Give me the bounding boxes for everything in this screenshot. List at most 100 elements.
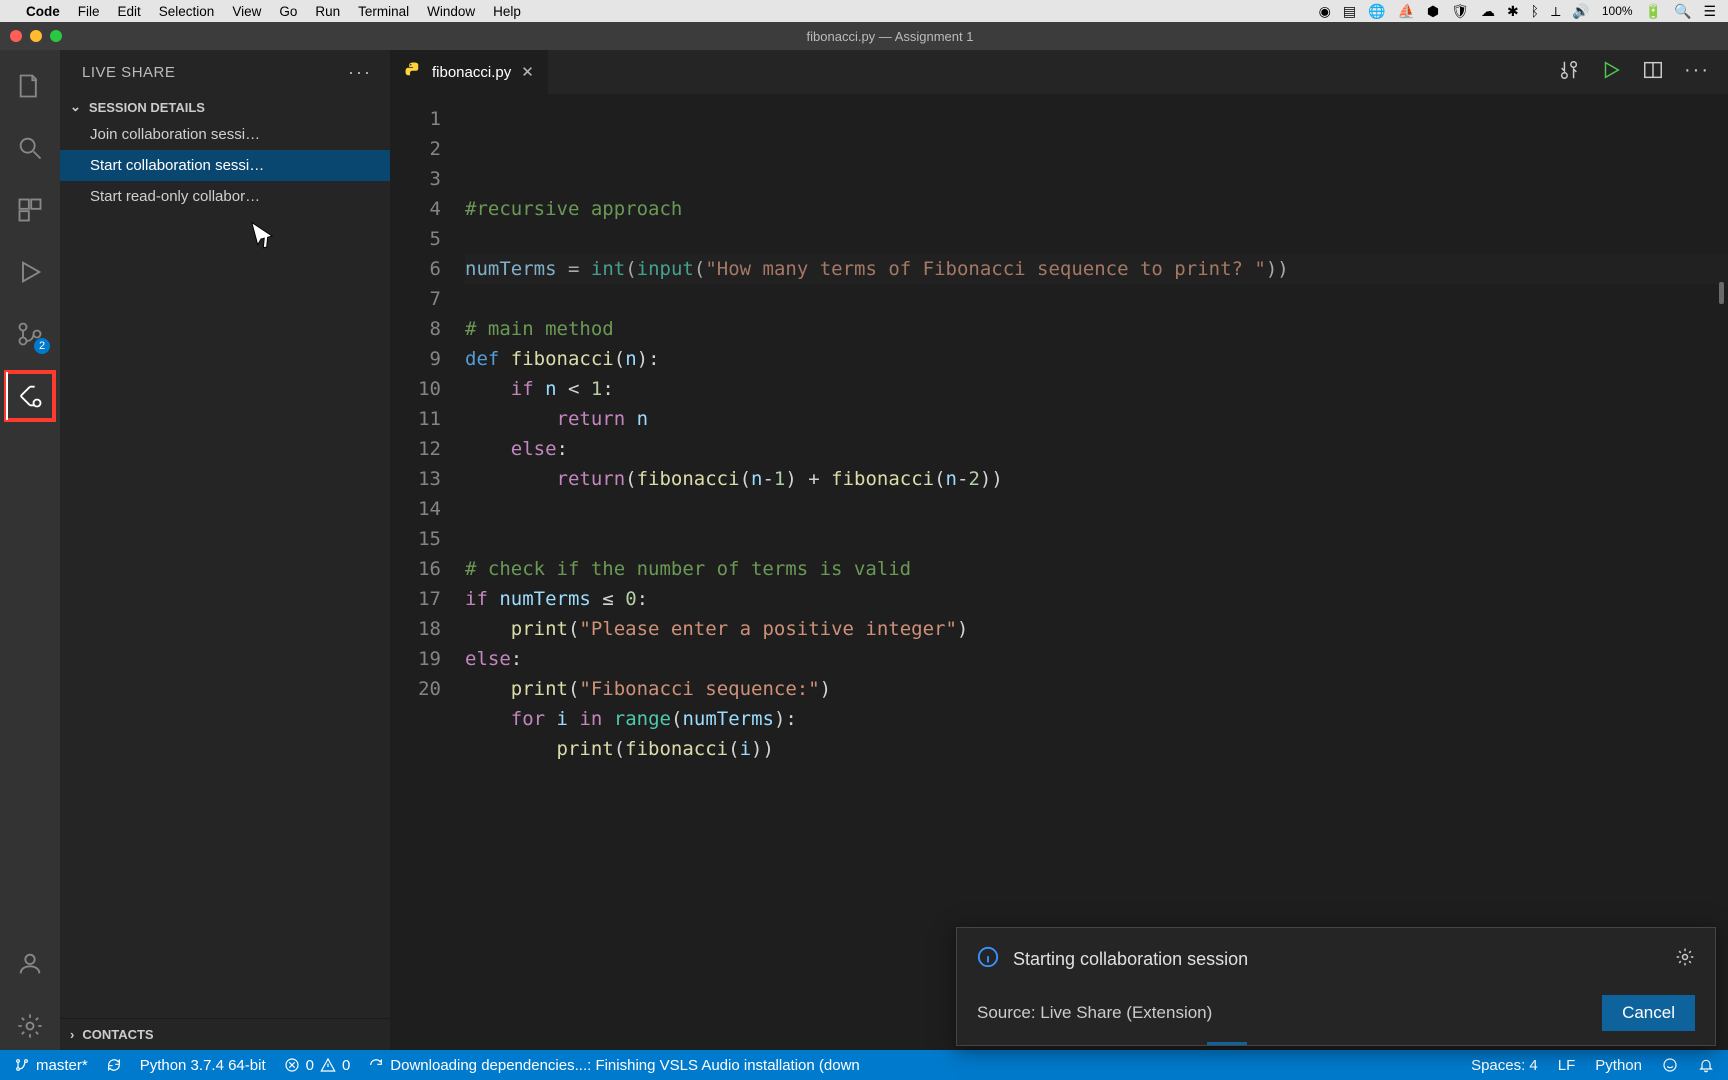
spaces-indicator[interactable]: Spaces: 4 (1471, 1057, 1538, 1074)
menu-help[interactable]: Help (493, 4, 521, 19)
menu-selection[interactable]: Selection (159, 4, 215, 19)
menu-file[interactable]: File (78, 4, 100, 19)
start-readonly-item[interactable]: Start read-only collabor… (60, 181, 390, 212)
session-details-header[interactable]: ⌄ SESSION DETAILS (60, 95, 390, 119)
chevron-down-icon: ⌄ (70, 99, 81, 115)
spotlight-icon[interactable]: 🔍 (1674, 3, 1691, 20)
tab-bar: fibonacci.py ✕ ··· (390, 50, 1728, 94)
eol-indicator[interactable]: LF (1558, 1057, 1576, 1074)
menu-go[interactable]: Go (279, 4, 297, 19)
notifications-icon[interactable] (1698, 1057, 1714, 1074)
panel-more-icon[interactable]: ··· (348, 62, 372, 83)
line-number: 8 (390, 314, 441, 344)
python-interpreter[interactable]: Python 3.7.4 64-bit (140, 1057, 266, 1074)
search-icon[interactable] (6, 124, 54, 172)
code-line[interactable] (465, 764, 1728, 794)
code-line[interactable] (465, 524, 1728, 554)
line-number: 13 (390, 464, 441, 494)
code-line[interactable]: for i in range(numTerms): (465, 704, 1728, 734)
download-status[interactable]: Downloading dependencies...: Finishing V… (368, 1057, 859, 1074)
code-editor[interactable]: 1234567891011121314151617181920 #recursi… (390, 94, 1728, 1050)
code-line[interactable]: else: (465, 434, 1728, 464)
menu-terminal[interactable]: Terminal (358, 4, 409, 19)
status-icon[interactable]: ▤ (1343, 3, 1356, 20)
code-line[interactable] (465, 494, 1728, 524)
code-line[interactable] (465, 284, 1728, 314)
extensions-icon[interactable] (6, 186, 54, 234)
line-number: 1 (390, 104, 441, 134)
code-line[interactable]: return n (465, 404, 1728, 434)
volume-icon[interactable]: 🔊 (1572, 3, 1589, 20)
editor-area: fibonacci.py ✕ ··· 123456789101112131415… (390, 50, 1728, 1050)
settings-gear-icon[interactable] (6, 1002, 54, 1050)
explorer-icon[interactable] (6, 62, 54, 110)
line-numbers: 1234567891011121314151617181920 (390, 94, 465, 1050)
wifi-icon[interactable]: ⟂ (1551, 3, 1560, 20)
menu-run[interactable]: Run (315, 4, 340, 19)
bluetooth-icon[interactable]: ᛒ (1531, 3, 1539, 19)
code-line[interactable]: numTerms = int(input("How many terms of … (465, 254, 1728, 284)
code-content[interactable]: #recursive approach numTerms = int(input… (465, 94, 1728, 1050)
feedback-icon[interactable] (1662, 1057, 1678, 1074)
code-line[interactable]: print("Please enter a positive integer") (465, 614, 1728, 644)
language-mode[interactable]: Python (1595, 1057, 1642, 1074)
toast-settings-icon[interactable] (1675, 947, 1695, 972)
menu-view[interactable]: View (232, 4, 261, 19)
status-icon[interactable]: ✱ (1507, 3, 1519, 20)
menubar-app-name[interactable]: Code (26, 4, 60, 19)
contacts-section[interactable]: › CONTACTS (60, 1018, 390, 1050)
code-line[interactable]: if numTerms ≤ 0: (465, 584, 1728, 614)
compare-changes-icon[interactable] (1558, 59, 1580, 86)
sync-icon[interactable] (106, 1057, 122, 1073)
split-editor-icon[interactable] (1642, 59, 1664, 86)
run-debug-icon[interactable] (6, 248, 54, 296)
code-line[interactable]: # check if the number of terms is valid (465, 554, 1728, 584)
tab-close-icon[interactable]: ✕ (521, 63, 534, 81)
code-line[interactable] (465, 224, 1728, 254)
file-tab[interactable]: fibonacci.py ✕ (390, 50, 549, 94)
live-share-icon[interactable] (6, 372, 54, 420)
battery-icon[interactable]: 🔋 (1645, 3, 1662, 20)
source-control-icon[interactable]: 2 (6, 310, 54, 358)
control-center-icon[interactable]: ☰ (1703, 3, 1716, 20)
editor-actions: ··· (1558, 59, 1728, 86)
code-line[interactable]: print("Fibonacci sequence:") (465, 674, 1728, 704)
code-line[interactable]: def fibonacci(n): (465, 344, 1728, 374)
join-session-item[interactable]: Join collaboration sessi… (60, 119, 390, 150)
status-icon[interactable]: 🌐 (1368, 3, 1385, 20)
status-icon[interactable]: ◉ (1319, 3, 1331, 20)
code-line[interactable]: print(fibonacci(i)) (465, 734, 1728, 764)
menu-window[interactable]: Window (427, 4, 475, 19)
account-icon[interactable] (6, 940, 54, 988)
status-icon[interactable]: 🛡 (1451, 3, 1469, 20)
code-line[interactable]: else: (465, 644, 1728, 674)
line-number: 12 (390, 434, 441, 464)
battery-level[interactable]: 100% (1602, 4, 1633, 18)
more-actions-icon[interactable]: ··· (1684, 59, 1710, 86)
problems[interactable]: 0 0 (284, 1057, 351, 1074)
run-file-icon[interactable] (1600, 59, 1622, 86)
line-number: 19 (390, 644, 441, 674)
status-icon[interactable]: ⛵ (1397, 3, 1414, 20)
code-line[interactable]: if n < 1: (465, 374, 1728, 404)
session-list: Join collaboration sessi… Start collabor… (60, 119, 390, 212)
code-line[interactable]: return(fibonacci(n-1) + fibonacci(n-2)) (465, 464, 1728, 494)
minimap-slider[interactable] (1719, 282, 1724, 304)
menu-edit[interactable]: Edit (118, 4, 141, 19)
toast-title: Starting collaboration session (1013, 949, 1248, 970)
line-number: 6 (390, 254, 441, 284)
minimize-button[interactable] (30, 30, 42, 42)
close-button[interactable] (10, 30, 22, 42)
menubar-right: ◉ ▤ 🌐 ⛵ ⬢ 🛡 ☁ ✱ ᛒ ⟂ 🔊 100% 🔋 🔍 ☰ (1319, 3, 1716, 20)
status-icon[interactable]: ⬢ (1427, 3, 1439, 20)
toast-cancel-button[interactable]: Cancel (1602, 995, 1695, 1031)
start-session-item[interactable]: Start collaboration sessi… (60, 150, 390, 181)
maximize-button[interactable] (50, 30, 62, 42)
code-line[interactable]: #recursive approach (465, 194, 1728, 224)
code-line[interactable]: # main method (465, 314, 1728, 344)
status-icon[interactable]: ☁ (1481, 3, 1495, 20)
git-branch[interactable]: master* (14, 1057, 88, 1074)
notification-toast: Starting collaboration session Source: L… (956, 927, 1716, 1046)
line-number: 18 (390, 614, 441, 644)
line-number: 9 (390, 344, 441, 374)
